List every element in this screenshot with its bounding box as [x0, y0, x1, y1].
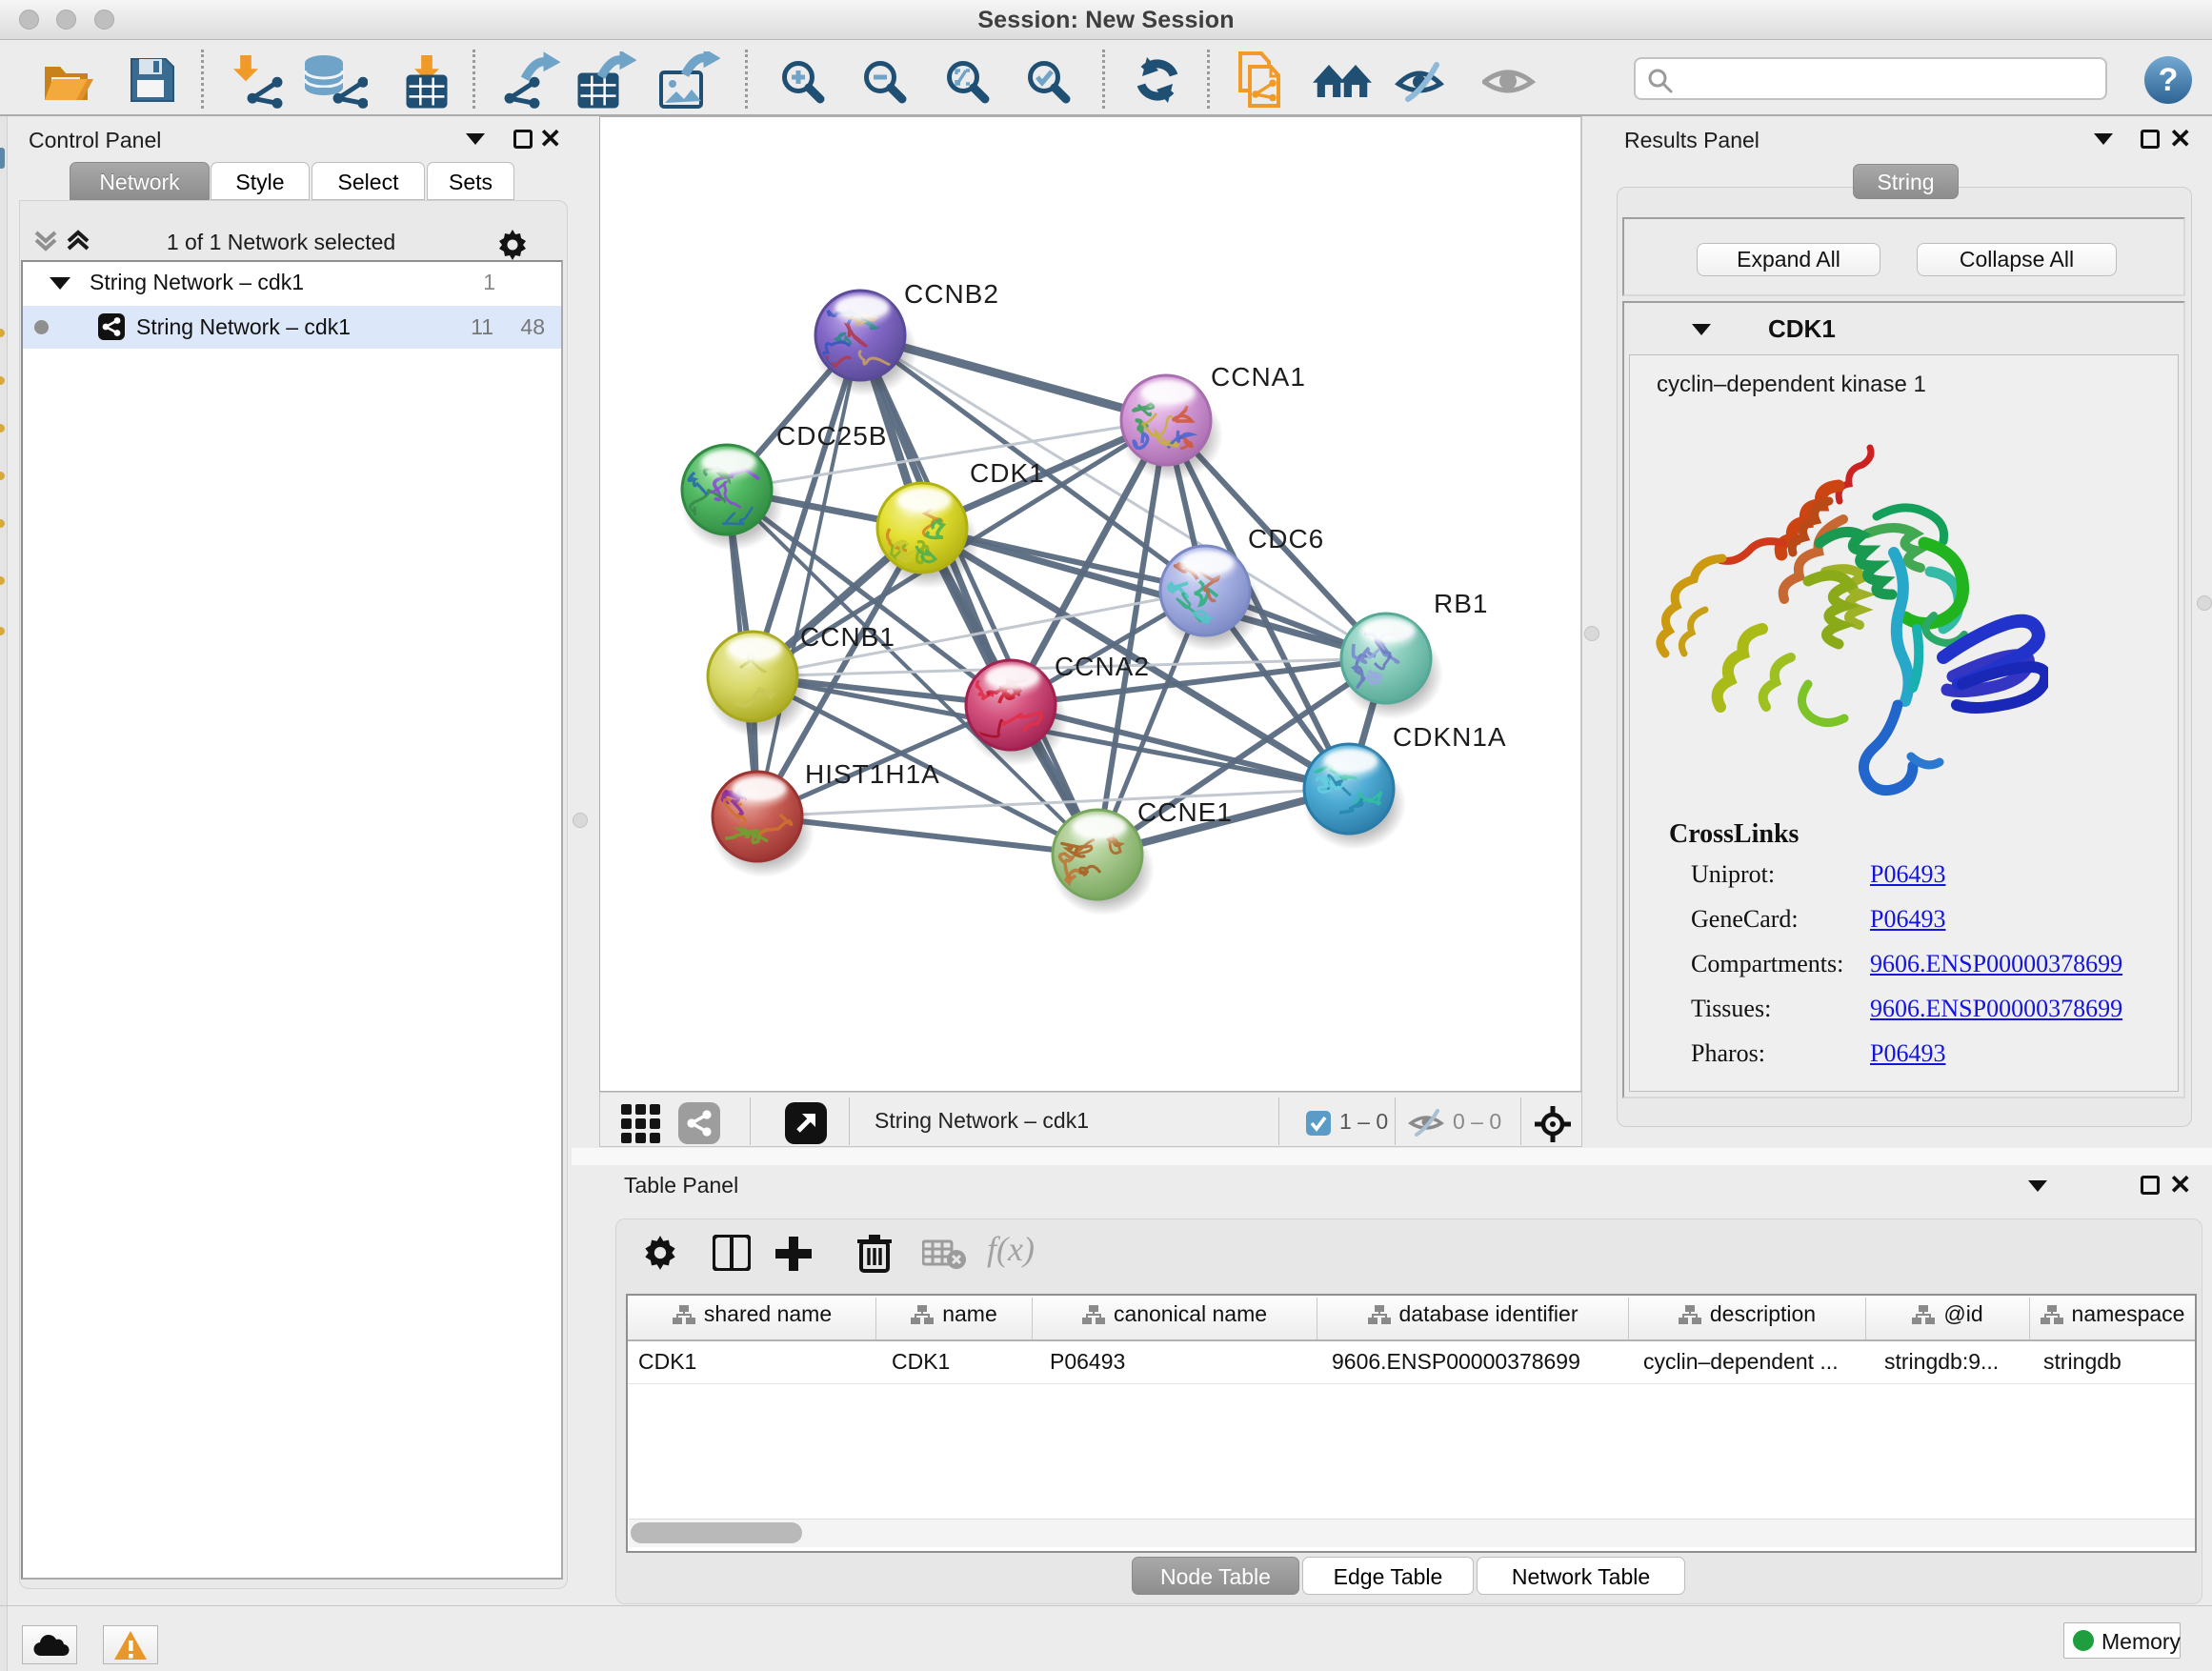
svg-text:CDKN1A: CDKN1A: [1393, 722, 1507, 752]
svg-text:CCNA1: CCNA1: [1211, 362, 1306, 392]
svg-text:CCNB2: CCNB2: [904, 279, 999, 309]
svg-text:CCNE1: CCNE1: [1137, 797, 1233, 827]
svg-text:RB1: RB1: [1434, 589, 1488, 618]
svg-text:?: ?: [2159, 62, 2179, 98]
svg-text:CDK1: CDK1: [970, 458, 1045, 488]
svg-text:CDC6: CDC6: [1248, 524, 1324, 554]
svg-text:HIST1H1A: HIST1H1A: [805, 759, 940, 789]
svg-text:CCNB1: CCNB1: [800, 622, 895, 652]
svg-text:CCNA2: CCNA2: [1055, 652, 1150, 681]
svg-text:CDC25B: CDC25B: [776, 421, 887, 451]
